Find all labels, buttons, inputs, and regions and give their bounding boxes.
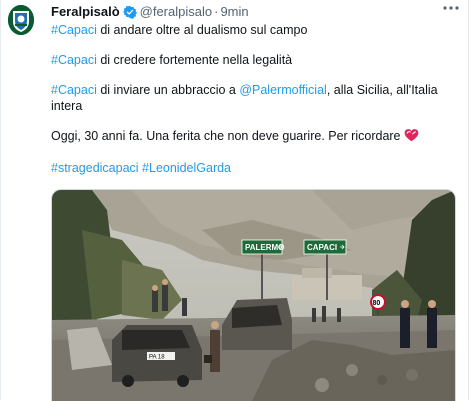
speed-limit-sign: 80 xyxy=(373,300,381,307)
mention-link[interactable]: @Palermofficial xyxy=(239,83,327,97)
separator-dot: · xyxy=(214,4,219,19)
tweet-text-segment: di andare oltre al dualismo sul campo xyxy=(96,23,308,37)
tweet-text: #Capaci di andare oltre al dualismo sul … xyxy=(51,22,451,190)
hashtag-link[interactable]: #Capaci xyxy=(51,83,97,97)
verified-badge-icon xyxy=(122,5,137,23)
author-name[interactable]: Feralpisalò xyxy=(51,4,120,19)
tweet-text-segment: di inviare un abbraccio a xyxy=(96,83,240,97)
tweet-card[interactable]: Feralpisalò @feralpisalo · 9min #Capaci di … xyxy=(0,0,469,401)
timestamp[interactable]: 9min xyxy=(220,4,248,19)
tweet-line-5: #stragedicapaci #LeonidelGarda xyxy=(51,160,451,176)
tweet-line-2: #Capaci di credere fortemente nella lega… xyxy=(51,52,451,68)
photo-capaci-scene: PALERMO CAPACI 80 PA 18 xyxy=(52,190,455,401)
tweet-text-segment: di credere fortemente nella legalità xyxy=(96,53,293,67)
club-crest-icon xyxy=(8,5,34,35)
car-plate: PA 18 xyxy=(149,355,165,361)
tweet-line-1: #Capaci di andare oltre al dualismo sul … xyxy=(51,22,451,38)
hashtag-link[interactable]: #Capaci xyxy=(51,23,97,37)
tweet-line-3: #Capaci di inviare un abbraccio a @Paler… xyxy=(51,82,451,114)
heart-icon xyxy=(404,128,419,146)
left-border xyxy=(0,0,1,400)
hashtag-link[interactable]: #Capaci xyxy=(51,53,97,67)
avatar[interactable] xyxy=(8,5,34,35)
hashtag-link[interactable]: #stragedicapaci xyxy=(51,161,139,175)
tweet-photo[interactable]: PALERMO CAPACI 80 PA 18 xyxy=(51,189,456,401)
hashtag-link[interactable]: #LeonidelGarda xyxy=(142,161,231,175)
sign-capaci: CAPACI xyxy=(307,243,337,252)
tweet-line-4: Oggi, 30 anni fa. Una ferita che non dev… xyxy=(51,128,451,146)
author-handle[interactable]: @feralpisalo xyxy=(140,4,212,19)
more-options-icon[interactable] xyxy=(441,2,461,20)
tweet-header: Feralpisalò @feralpisalo · 9min xyxy=(51,4,461,22)
sign-palermo: PALERMO xyxy=(245,243,284,252)
tweet-text-segment: Oggi, 30 anni fa. Una ferita che non dev… xyxy=(51,129,404,143)
